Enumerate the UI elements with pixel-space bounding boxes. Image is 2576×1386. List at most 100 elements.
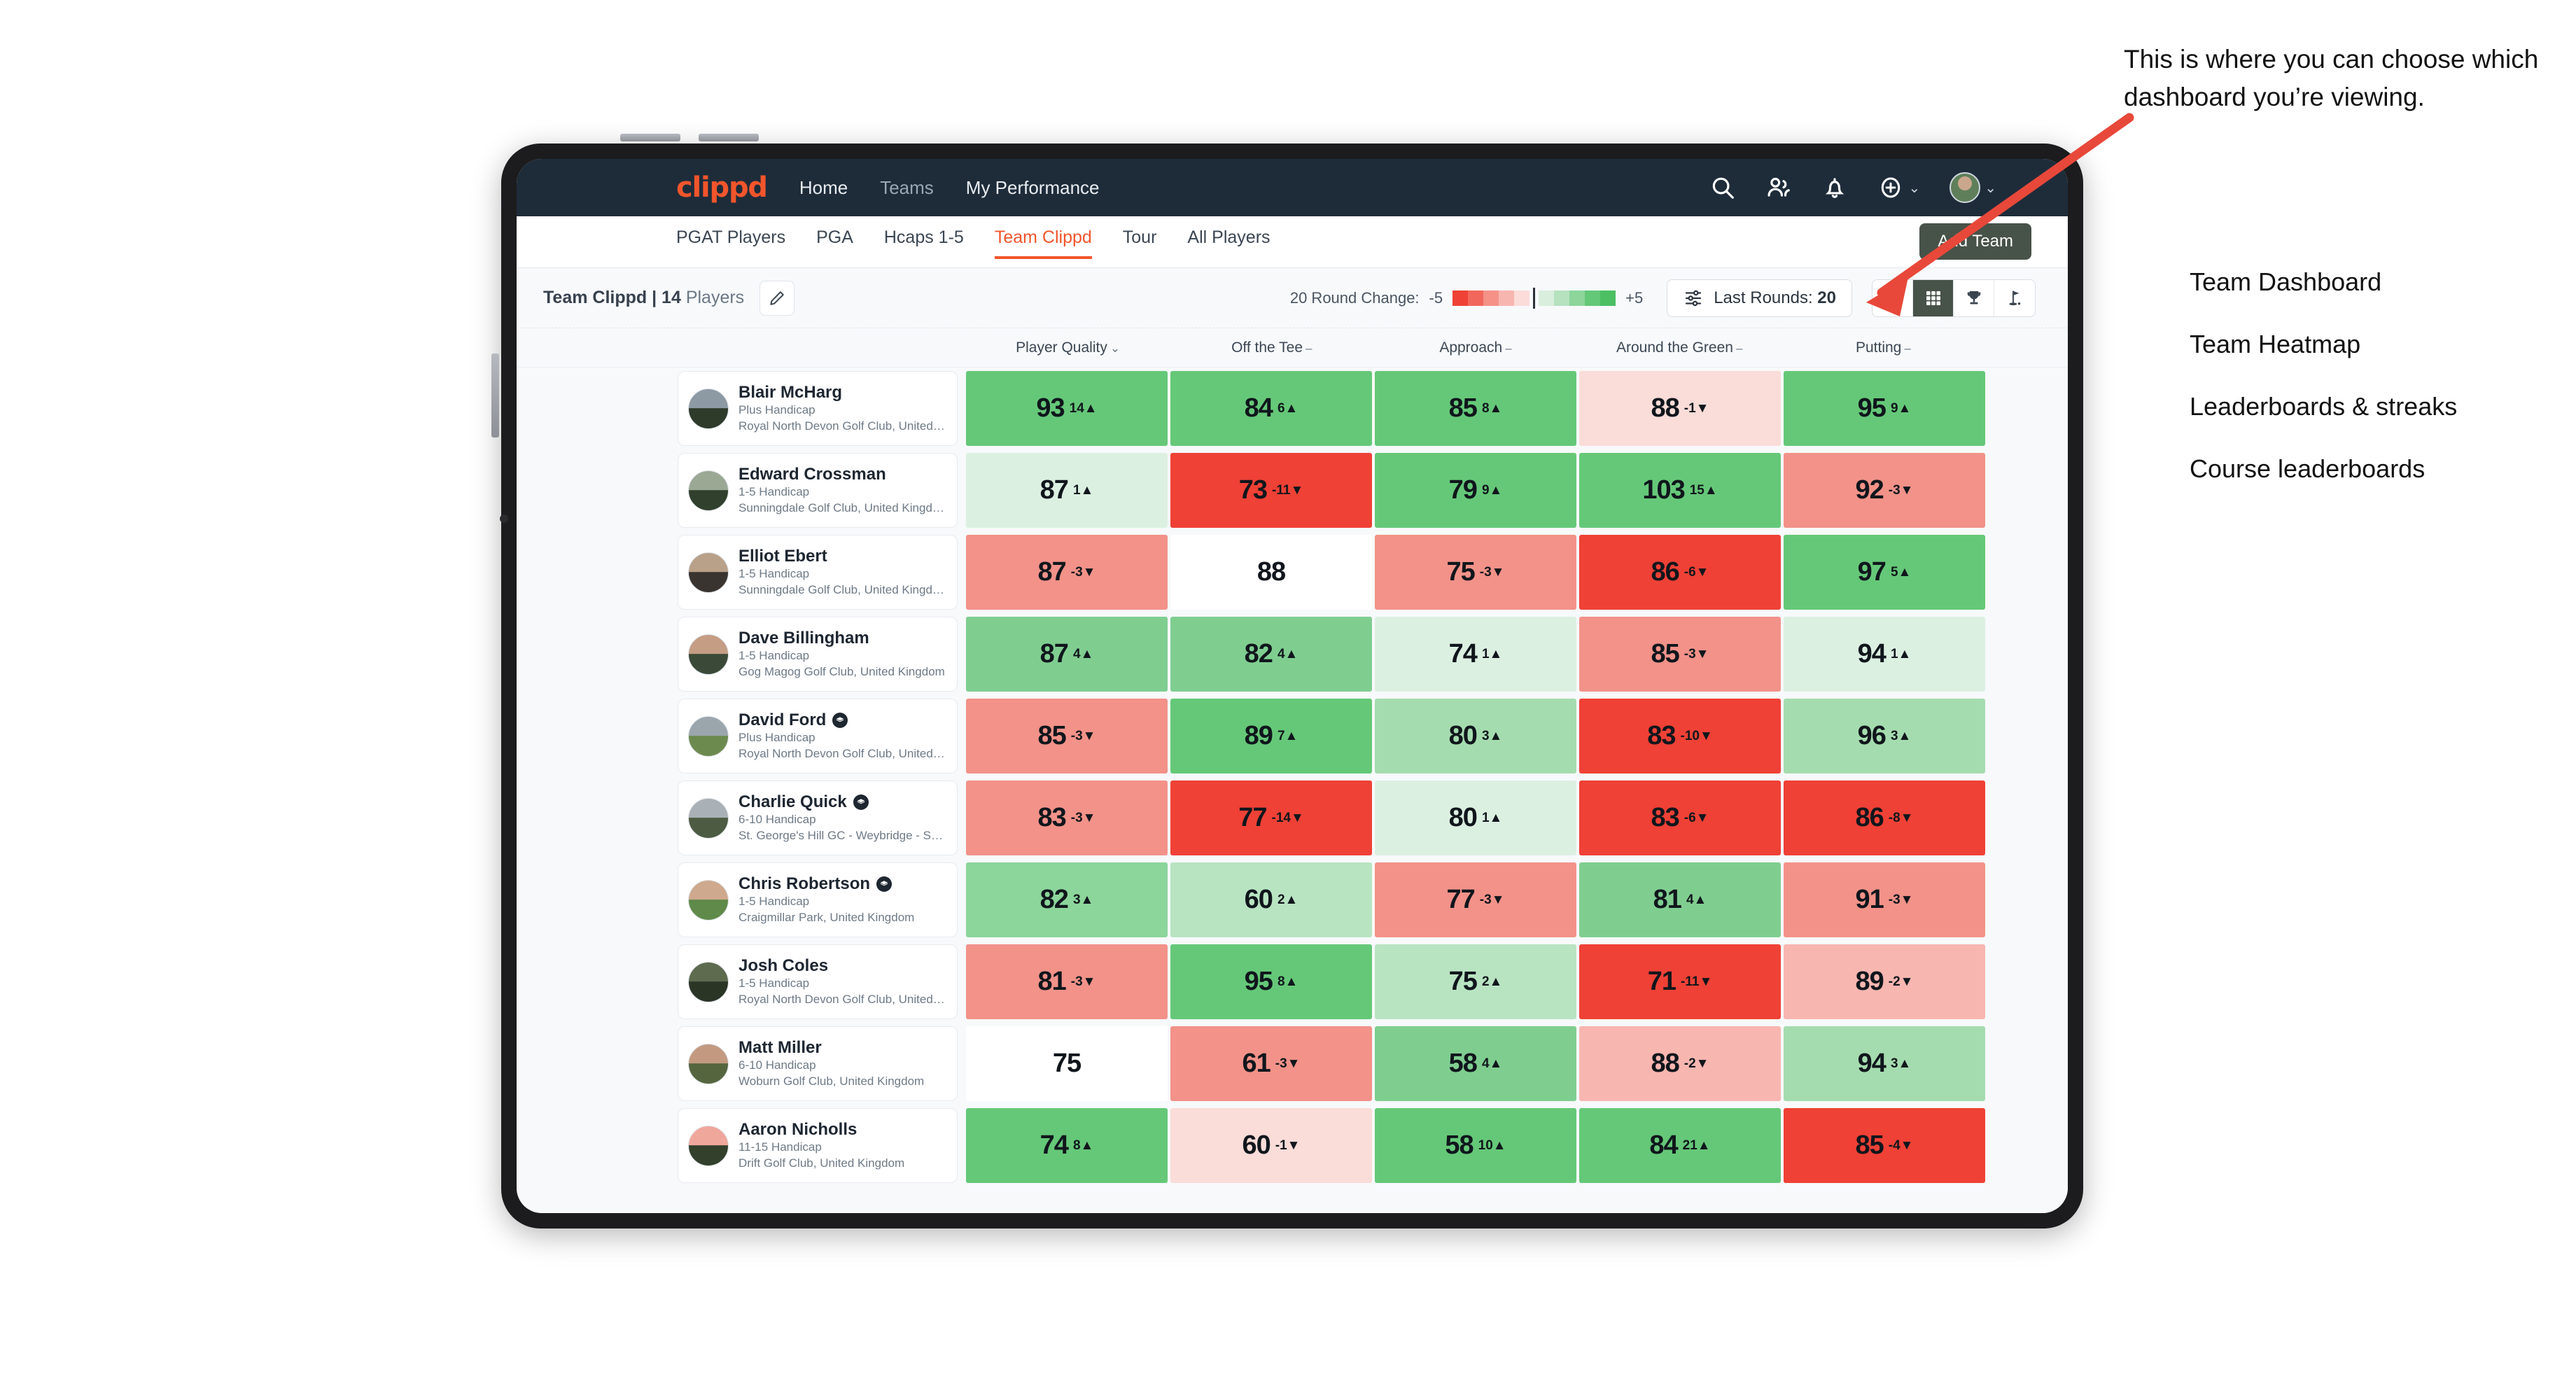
heatmap-cell[interactable]: 80 1▲ (1375, 780, 1576, 855)
player-card[interactable]: Chris Robertson 1-5 Handicap Craigmillar P… (678, 862, 958, 937)
heatmap-cell[interactable]: 83 -3▼ (966, 780, 1168, 855)
heatmap-cell[interactable]: 75 2▲ (1375, 944, 1576, 1019)
heatmap-cell[interactable]: 87 -3▼ (966, 535, 1168, 610)
heatmap-cell[interactable]: 96 3▲ (1784, 699, 1985, 774)
heatmap-cell[interactable]: 79 9▲ (1375, 453, 1576, 528)
heatmap-cell[interactable]: 83 -6▼ (1579, 780, 1781, 855)
heatmap-cell[interactable]: 60 -1▼ (1170, 1108, 1372, 1183)
table-row[interactable]: Josh Coles 1-5 Handicap Royal North Devon … (517, 941, 2068, 1023)
heatmap-cell[interactable]: 88 -2▼ (1579, 1026, 1781, 1101)
power-button[interactable] (491, 354, 499, 438)
heatmap-table-body[interactable]: Blair McHarg Plus Handicap Royal North Dev… (517, 368, 2068, 1213)
heatmap-cell[interactable]: 85 -3▼ (1579, 617, 1781, 692)
column-header-off-the-tee[interactable]: Off the Tee – (1170, 340, 1373, 356)
heatmap-cell[interactable]: 97 5▲ (1784, 535, 1985, 610)
heatmap-cell[interactable]: 95 8▲ (1170, 944, 1372, 1019)
heatmap-cell[interactable]: 60 2▲ (1170, 862, 1372, 937)
nav-link-home[interactable]: Home (799, 177, 848, 199)
player-card[interactable]: Matt Miller 6-10 Handicap Woburn Golf Club… (678, 1026, 958, 1101)
heatmap-cell[interactable]: 87 1▲ (966, 453, 1168, 528)
player-card[interactable]: David Ford Plus Handicap Royal North Devon… (678, 699, 958, 774)
heatmap-cell[interactable]: 91 -3▼ (1784, 862, 1985, 937)
heatmap-cell[interactable]: 84 21▲ (1579, 1108, 1781, 1183)
heatmap-cell[interactable]: 75 -3▼ (1375, 535, 1576, 610)
column-header-approach[interactable]: Approach – (1373, 340, 1577, 356)
bell-icon[interactable] (1821, 174, 1848, 201)
heatmap-cell[interactable]: 84 6▲ (1170, 371, 1372, 446)
player-card[interactable]: Edward Crossman 1-5 Handicap Sunningdale G… (678, 453, 958, 528)
column-header-around-the-green[interactable]: Around the Green – (1578, 340, 1782, 356)
heatmap-cell[interactable]: 87 4▲ (966, 617, 1168, 692)
heatmap-cell[interactable]: 92 -3▼ (1784, 453, 1985, 528)
heatmap-cell[interactable]: 58 10▲ (1375, 1108, 1576, 1183)
heatmap-cell[interactable]: 61 -3▼ (1170, 1026, 1372, 1101)
heatmap-cell[interactable]: 74 8▲ (966, 1108, 1168, 1183)
tab-pgat-players[interactable]: PGAT Players (676, 227, 785, 259)
heatmap-cell[interactable]: 85 -4▼ (1784, 1108, 1985, 1183)
tab-team-clippd[interactable]: Team Clippd (994, 227, 1092, 259)
heatmap-cell[interactable]: 86 -6▼ (1579, 535, 1781, 610)
player-card[interactable]: Aaron Nicholls 11-15 Handicap Drift Golf C… (678, 1108, 958, 1183)
table-row[interactable]: Elliot Ebert 1-5 Handicap Sunningdale Golf… (517, 531, 2068, 613)
heatmap-cell[interactable]: 94 3▲ (1784, 1026, 1985, 1101)
player-card[interactable]: Charlie Quick 6-10 Handicap St. George's H… (678, 780, 958, 855)
table-row[interactable]: Charlie Quick 6-10 Handicap St. George's H… (517, 777, 2068, 859)
heatmap-cell[interactable]: 88 (1170, 535, 1372, 610)
profile-menu[interactable]: ⌄ (1949, 172, 1996, 203)
last-rounds-button[interactable]: Last Rounds: 20 (1667, 279, 1852, 317)
heatmap-cell[interactable]: 58 4▲ (1375, 1026, 1576, 1101)
heatmap-cell[interactable]: 103 15▲ (1579, 453, 1781, 528)
table-row[interactable]: Edward Crossman 1-5 Handicap Sunningdale G… (517, 449, 2068, 531)
heatmap-cell[interactable]: 95 9▲ (1784, 371, 1985, 446)
table-row[interactable]: Dave Billingham 1-5 Handicap Gog Magog Gol… (517, 613, 2068, 695)
view-team-heatmap-button[interactable] (1913, 279, 1954, 316)
player-card[interactable]: Blair McHarg Plus Handicap Royal North Dev… (678, 371, 958, 446)
people-icon[interactable] (1765, 174, 1792, 201)
heatmap-cell[interactable]: 75 (966, 1026, 1168, 1101)
edit-team-button[interactable] (760, 280, 795, 316)
search-icon[interactable] (1709, 174, 1736, 201)
add-team-button[interactable]: Add Team (1919, 223, 2031, 260)
heatmap-cell[interactable]: 85 8▲ (1375, 371, 1576, 446)
heatmap-cell[interactable]: 94 1▲ (1784, 617, 1985, 692)
heatmap-cell[interactable]: 86 -8▼ (1784, 780, 1985, 855)
column-header-player-quality[interactable]: Player Quality ⌄ (966, 340, 1170, 356)
heatmap-cell[interactable]: 77 -14▼ (1170, 780, 1372, 855)
heatmap-cell[interactable]: 93 14▲ (966, 371, 1168, 446)
heatmap-cell[interactable]: 85 -3▼ (966, 699, 1168, 774)
avatar[interactable] (1949, 172, 1981, 203)
volume-down-button[interactable] (699, 134, 759, 141)
table-row[interactable]: Aaron Nicholls 11-15 Handicap Drift Golf C… (517, 1105, 2068, 1186)
table-row[interactable]: Chris Robertson 1-5 Handicap Craigmillar P… (517, 859, 2068, 941)
heatmap-cell[interactable]: 88 -1▼ (1579, 371, 1781, 446)
clippd-logo[interactable]: clippd (676, 172, 768, 204)
heatmap-cell[interactable]: 80 3▲ (1375, 699, 1576, 774)
table-row[interactable]: David Ford Plus Handicap Royal North Devon… (517, 695, 2068, 777)
heatmap-cell[interactable]: 77 -3▼ (1375, 862, 1576, 937)
player-card[interactable]: Josh Coles 1-5 Handicap Royal North Devon … (678, 944, 958, 1019)
heatmap-cell[interactable]: 82 3▲ (966, 862, 1168, 937)
nav-link-teams[interactable]: Teams (880, 177, 934, 199)
heatmap-cell[interactable]: 82 4▲ (1170, 617, 1372, 692)
table-row[interactable]: Blair McHarg Plus Handicap Royal North Dev… (517, 368, 2068, 449)
tab-tour[interactable]: Tour (1123, 227, 1157, 259)
tab-hcaps-1-5[interactable]: Hcaps 1-5 (884, 227, 964, 259)
heatmap-cell[interactable]: 81 -3▼ (966, 944, 1168, 1019)
heatmap-cell[interactable]: 83 -10▼ (1579, 699, 1781, 774)
tab-pga[interactable]: PGA (816, 227, 853, 259)
heatmap-cell[interactable]: 71 -11▼ (1579, 944, 1781, 1019)
nav-link-my-performance[interactable]: My Performance (966, 177, 1100, 199)
view-course-leaderboards-button[interactable] (1994, 280, 2035, 316)
tab-all-players[interactable]: All Players (1187, 227, 1270, 259)
view-team-dashboard-button[interactable] (1872, 279, 1913, 316)
heatmap-cell[interactable]: 73 -11▼ (1170, 453, 1372, 528)
volume-up-button[interactable] (620, 134, 680, 141)
view-leaderboards-button[interactable] (1954, 279, 1994, 316)
table-row[interactable]: Matt Miller 6-10 Handicap Woburn Golf Club… (517, 1023, 2068, 1105)
player-card[interactable]: Dave Billingham 1-5 Handicap Gog Magog Gol… (678, 617, 958, 692)
plus-circle-icon[interactable] (1877, 174, 1904, 201)
player-card[interactable]: Elliot Ebert 1-5 Handicap Sunningdale Golf… (678, 535, 958, 610)
add-menu[interactable]: ⌄ (1877, 174, 1920, 201)
heatmap-cell[interactable]: 89 7▲ (1170, 699, 1372, 774)
heatmap-cell[interactable]: 74 1▲ (1375, 617, 1576, 692)
